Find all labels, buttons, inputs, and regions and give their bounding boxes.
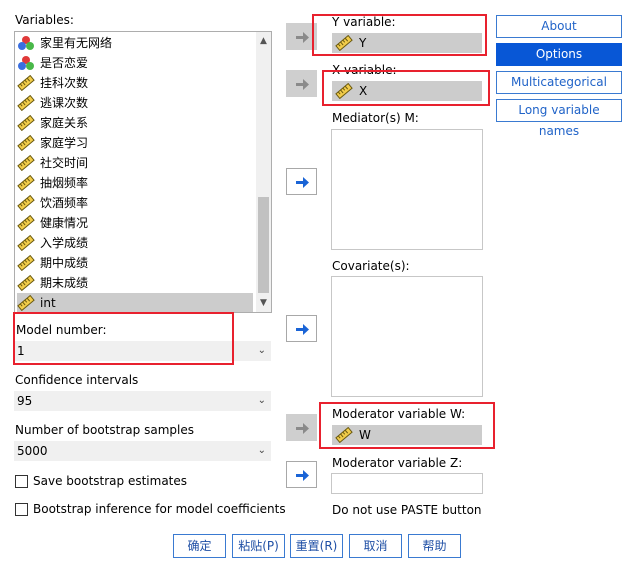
variable-list-item[interactable]: 期中成绩 xyxy=(17,253,253,272)
variable-name: int xyxy=(40,295,56,310)
arrow-right-icon xyxy=(295,31,309,43)
variable-list-item[interactable]: 社交时间 xyxy=(17,153,253,172)
variable-list-item[interactable]: 家庭关系 xyxy=(17,113,253,132)
arrow-right-icon xyxy=(295,422,309,434)
variable-name: 逃课次数 xyxy=(40,96,89,110)
variable-name: 社交时间 xyxy=(40,156,89,170)
highlight-y-variable xyxy=(312,14,487,56)
move-to-mediators-button[interactable] xyxy=(286,168,317,195)
confidence-label: Confidence intervals xyxy=(15,373,139,387)
bootstrap-inference-checkbox[interactable] xyxy=(15,503,28,516)
scale-icon xyxy=(17,134,35,151)
variable-list-item[interactable]: 饮酒频率 xyxy=(17,193,253,212)
scale-icon xyxy=(17,94,35,111)
save-bootstrap-checkbox[interactable] xyxy=(15,475,28,488)
moderator-z-label: Moderator variable Z: xyxy=(332,456,463,470)
highlight-model-number xyxy=(13,312,234,365)
bootstrap-select[interactable]: 5000 ⌄ xyxy=(14,441,271,461)
variable-name: 抽烟频率 xyxy=(40,176,89,190)
variables-scrollbar[interactable]: ▲ ▼ xyxy=(256,32,271,312)
chevron-down-icon: ⌄ xyxy=(257,345,266,356)
bootstrap-label: Number of bootstrap samples xyxy=(15,423,194,437)
save-bootstrap-label: Save bootstrap estimates xyxy=(33,474,188,488)
variable-list-item[interactable]: 健康情况 xyxy=(17,213,253,232)
moderator-z-field[interactable] xyxy=(331,473,483,494)
move-to-x-button[interactable] xyxy=(286,70,317,97)
variable-list-item[interactable]: 入学成绩 xyxy=(17,233,253,252)
arrow-right-icon xyxy=(295,323,309,335)
variables-label: Variables: xyxy=(15,13,74,27)
arrow-right-icon xyxy=(295,176,309,188)
highlight-x-variable xyxy=(322,70,490,106)
move-to-w-button[interactable] xyxy=(286,414,317,441)
scrollbar-thumb[interactable] xyxy=(258,197,269,293)
scroll-down-icon[interactable]: ▼ xyxy=(256,296,271,311)
scale-icon xyxy=(17,154,35,171)
bootstrap-inference-label: Bootstrap inference for model coefficien… xyxy=(33,502,286,516)
arrow-right-icon xyxy=(295,78,309,90)
scale-icon xyxy=(17,234,35,251)
variable-name: 饮酒频率 xyxy=(40,196,89,210)
highlight-moderator-w xyxy=(319,402,495,449)
scale-icon xyxy=(17,214,35,231)
variable-list-item[interactable]: int xyxy=(17,293,253,312)
variable-name: 入学成绩 xyxy=(40,236,89,250)
arrow-right-icon xyxy=(295,469,309,481)
scale-icon xyxy=(17,174,35,191)
ok-button[interactable]: 确定 xyxy=(173,534,226,558)
move-to-covariates-button[interactable] xyxy=(286,315,317,342)
options-button[interactable]: Options xyxy=(496,43,622,66)
scale-icon xyxy=(17,274,35,291)
confidence-value: 95 xyxy=(17,394,33,408)
covariates-listbox[interactable] xyxy=(331,276,483,397)
chevron-down-icon: ⌄ xyxy=(257,395,266,406)
scale-icon xyxy=(17,294,35,311)
nominal-icon xyxy=(17,55,35,71)
variables-listbox[interactable]: 家里有无网络 是否恋爱挂科次数逃课次数家庭关系家庭学习社交时间抽烟频率饮酒频率健康… xyxy=(14,31,272,313)
scale-icon xyxy=(17,114,35,131)
variable-name: 是否恋爱 xyxy=(40,56,89,70)
variable-list-item[interactable]: 家里有无网络 xyxy=(17,33,253,52)
cancel-button[interactable]: 取消 xyxy=(349,534,402,558)
move-to-z-button[interactable] xyxy=(286,461,317,488)
variable-list-item[interactable]: 期末成绩 xyxy=(17,273,253,292)
paste-note: Do not use PASTE button xyxy=(332,503,482,517)
confidence-select[interactable]: 95 ⌄ xyxy=(14,391,271,411)
variable-name: 期中成绩 xyxy=(40,256,89,270)
covariates-label: Covariate(s): xyxy=(332,259,410,273)
variable-name: 家庭关系 xyxy=(40,116,89,130)
reset-button[interactable]: 重置(R) xyxy=(290,534,343,558)
nominal-icon xyxy=(17,35,35,51)
variable-name: 挂科次数 xyxy=(40,76,89,90)
scale-icon xyxy=(17,74,35,91)
variable-name: 家里有无网络 xyxy=(40,36,113,50)
variable-list-item[interactable]: 家庭学习 xyxy=(17,133,253,152)
variable-name: 期末成绩 xyxy=(40,276,89,290)
variable-list-item[interactable]: 是否恋爱 xyxy=(17,53,253,72)
help-button[interactable]: 帮助 xyxy=(408,534,461,558)
bootstrap-value: 5000 xyxy=(17,444,48,458)
paste-button[interactable]: 粘贴(P) xyxy=(232,534,285,558)
scale-icon xyxy=(17,194,35,211)
variable-list-item[interactable]: 逃课次数 xyxy=(17,93,253,112)
variable-name: 健康情况 xyxy=(40,216,89,230)
scale-icon xyxy=(17,254,35,271)
variable-list-item[interactable]: 挂科次数 xyxy=(17,73,253,92)
chevron-down-icon: ⌄ xyxy=(257,445,266,456)
mediators-label: Mediator(s) M: xyxy=(332,111,419,125)
mediators-listbox[interactable] xyxy=(331,129,483,250)
about-button[interactable]: About xyxy=(496,15,622,38)
long-variable-names-button[interactable]: Long variable names xyxy=(496,99,622,138)
scroll-up-icon[interactable]: ▲ xyxy=(256,34,271,49)
multicategorical-button[interactable]: Multicategorical xyxy=(496,71,622,94)
variable-list-item[interactable]: 抽烟频率 xyxy=(17,173,253,192)
variable-name: 家庭学习 xyxy=(40,136,89,150)
